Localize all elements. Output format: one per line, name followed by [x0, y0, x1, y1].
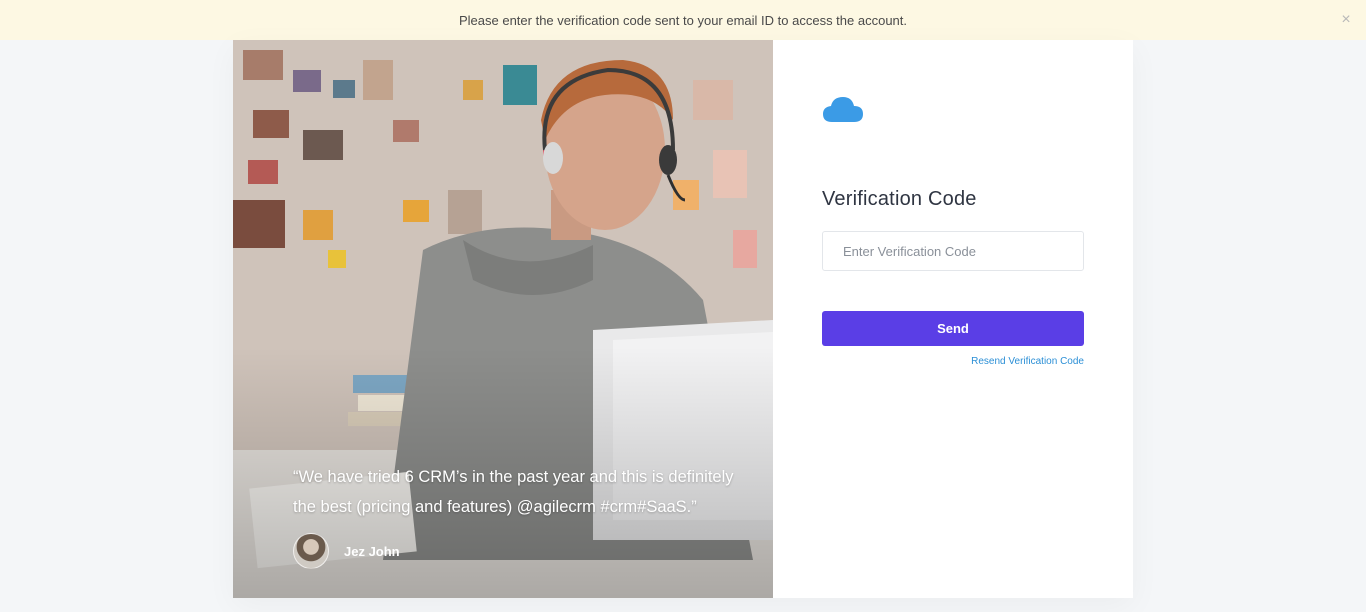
- banner-message: Please enter the verification code sent …: [458, 12, 908, 28]
- close-icon[interactable]: ×: [1338, 11, 1354, 28]
- notification-banner: Please enter the verification code sent …: [0, 0, 1366, 40]
- avatar: [293, 533, 329, 569]
- login-card: “We have tried 6 CRM’s in the past year …: [233, 40, 1133, 598]
- testimonial-image: “We have tried 6 CRM’s in the past year …: [233, 40, 773, 598]
- send-button[interactable]: Send: [822, 311, 1084, 346]
- verification-code-input[interactable]: [822, 231, 1084, 271]
- page-title: Verification Code: [822, 188, 977, 210]
- resend-code-link[interactable]: Resend Verification Code: [971, 356, 1084, 367]
- cloud-icon: [823, 97, 863, 122]
- verification-panel: Verification Code Send Resend Verificati…: [773, 40, 1133, 598]
- testimonial-quote: “We have tried 6 CRM’s in the past year …: [293, 468, 734, 516]
- author-name: Jez John: [344, 543, 400, 559]
- testimonial-author: Jez John: [293, 533, 400, 569]
